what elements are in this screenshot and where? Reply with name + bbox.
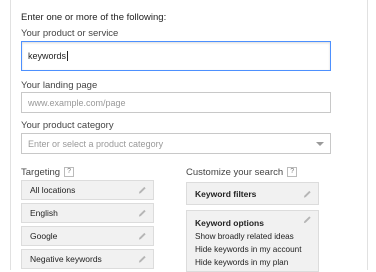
targeting-item-label: English [30, 208, 58, 218]
targeting-item-language[interactable]: English [21, 203, 154, 223]
category-label: Your product category [21, 120, 114, 131]
product-label: Your product or service [21, 28, 119, 39]
targeting-label: Targeting? [21, 167, 75, 178]
pencil-icon[interactable] [138, 209, 147, 218]
keyword-option-item: Hide keywords in my plan [195, 258, 289, 267]
customize-label: Customize your search? [186, 167, 298, 178]
category-select[interactable]: Enter or select a product category [21, 133, 331, 154]
targeting-item-negative-keywords[interactable]: Negative keywords [21, 249, 154, 269]
chevron-down-icon[interactable] [316, 142, 324, 146]
product-input-value: keywords [28, 51, 67, 61]
keyword-filters-label: Keyword filters [195, 188, 257, 199]
category-placeholder: Enter or select a product category [28, 138, 164, 149]
pencil-icon[interactable] [138, 186, 147, 195]
targeting-label-text: Targeting [21, 167, 61, 178]
targeting-item-network[interactable]: Google [21, 226, 154, 246]
keyword-options-box[interactable]: Keyword options Show broadly related ide… [186, 210, 319, 272]
targeting-item-label: All locations [30, 185, 76, 195]
pencil-icon[interactable] [303, 189, 312, 198]
keyword-option-item: Show broadly related ideas [195, 232, 294, 241]
keyword-options-label: Keyword options [195, 218, 264, 228]
help-icon[interactable]: ? [64, 167, 75, 178]
pencil-icon[interactable] [303, 215, 312, 224]
targeting-item-label: Google [30, 231, 58, 241]
pencil-icon[interactable] [138, 232, 147, 241]
help-icon[interactable]: ? [287, 167, 298, 178]
targeting-item-locations[interactable]: All locations [21, 180, 154, 200]
form-intro: Enter one or more of the following: [21, 12, 167, 23]
keyword-filters-button[interactable]: Keyword filters [186, 182, 319, 205]
landing-page-input[interactable]: www.example.com/page [21, 92, 331, 113]
text-caret [67, 51, 69, 61]
landing-page-label: Your landing page [21, 80, 98, 91]
customize-label-text: Customize your search [186, 167, 284, 178]
product-input[interactable]: keywords [21, 41, 331, 71]
keyword-planner-form: Enter one or more of the following: Your… [10, 0, 368, 272]
targeting-item-label: Negative keywords [30, 254, 102, 264]
pencil-icon[interactable] [138, 255, 147, 264]
landing-page-placeholder: www.example.com/page [28, 97, 126, 108]
keyword-option-item: Hide keywords in my account [195, 245, 302, 254]
